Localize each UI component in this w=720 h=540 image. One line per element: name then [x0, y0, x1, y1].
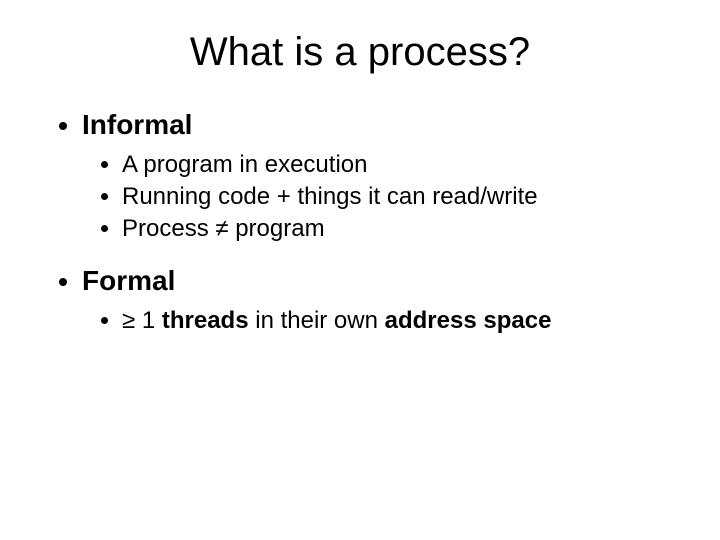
list-item: Running code + things it can read/write	[122, 183, 670, 211]
section-informal: Informal A program in execution Running …	[82, 109, 670, 243]
bullet-list: Informal A program in execution Running …	[50, 109, 670, 335]
bold-threads: threads	[162, 307, 249, 334]
slide-title: What is a process?	[50, 30, 670, 75]
text-mid: in their own	[249, 307, 385, 334]
formal-list: ≥ 1 threads in their own address space	[82, 307, 670, 335]
section-heading: Informal	[82, 109, 192, 140]
list-item: Process ≠ program	[122, 215, 670, 243]
informal-list: A program in execution Running code + th…	[82, 151, 670, 243]
section-heading: Formal	[82, 265, 175, 296]
section-formal: Formal ≥ 1 threads in their own address …	[82, 265, 670, 335]
slide: What is a process? Informal A program in…	[0, 0, 720, 540]
bold-address-space: address space	[385, 307, 552, 334]
text-prefix: ≥ 1	[122, 307, 162, 334]
list-item: A program in execution	[122, 151, 670, 179]
list-item: ≥ 1 threads in their own address space	[122, 307, 670, 335]
